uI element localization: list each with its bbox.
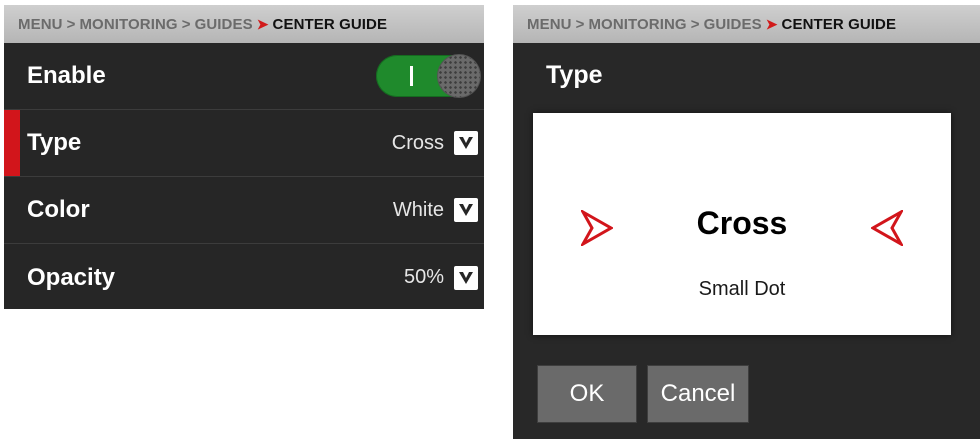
type-row[interactable]: Type Cross — [4, 110, 484, 177]
chevron-right-active-icon: ➤ — [256, 15, 269, 32]
toggle-on-icon — [410, 66, 413, 86]
enable-toggle[interactable] — [376, 55, 480, 97]
enable-row[interactable]: Enable — [4, 43, 484, 110]
chevron-down-icon — [459, 271, 473, 284]
color-row[interactable]: Color White — [4, 177, 484, 244]
type-dropdown-button[interactable] — [454, 131, 478, 155]
opacity-row[interactable]: Opacity 50% — [4, 244, 484, 311]
chevron-down-icon — [459, 204, 473, 216]
toggle-knob[interactable] — [438, 55, 480, 97]
breadcrumb-current: CENTER GUIDE — [272, 15, 388, 33]
breadcrumb-item-monitoring[interactable]: MONITORING — [79, 16, 177, 33]
opacity-label: Opacity — [27, 263, 116, 291]
chevron-down-icon — [459, 137, 473, 149]
breadcrumb-current: CENTER GUIDE — [781, 15, 897, 33]
breadcrumb: MENU > MONITORING > GUIDES ➤ CENTER GUID… — [4, 5, 484, 43]
breadcrumb-item-guides[interactable]: GUIDES — [704, 16, 762, 33]
picker-right-arrow-icon[interactable] — [871, 210, 903, 246]
chevron-right-active-icon: ➤ — [765, 15, 778, 32]
breadcrumb-item-monitoring[interactable]: MONITORING — [588, 16, 686, 33]
type-picker-panel: MENU > MONITORING > GUIDES ➤ CENTER GUID… — [513, 5, 980, 439]
dialog-title: Type — [546, 61, 603, 89]
opacity-value: 50% — [403, 266, 444, 288]
type-label: Type — [27, 129, 82, 156]
breadcrumb: MENU > MONITORING > GUIDES ➤ CENTER GUID… — [513, 5, 980, 43]
type-value: Cross — [391, 131, 444, 154]
cancel-button[interactable]: Cancel — [647, 365, 749, 423]
color-label: Color — [27, 196, 90, 223]
picker-next-option[interactable]: Small Dot — [533, 278, 951, 301]
chevron-right-icon: > — [66, 15, 76, 33]
chevron-right-icon: > — [690, 15, 700, 33]
type-picker[interactable]: Cross Small Dot — [533, 113, 951, 335]
breadcrumb-item-menu[interactable]: MENU — [18, 16, 63, 33]
center-guide-menu-panel: MENU > MONITORING > GUIDES ➤ CENTER GUID… — [4, 5, 484, 309]
opacity-dropdown-button[interactable] — [454, 265, 478, 290]
chevron-right-icon: > — [575, 15, 585, 33]
enable-label: Enable — [27, 62, 106, 89]
ok-button[interactable]: OK — [537, 365, 637, 423]
breadcrumb-item-menu[interactable]: MENU — [527, 16, 572, 33]
color-value: White — [392, 198, 444, 221]
color-dropdown-button[interactable] — [454, 198, 478, 222]
breadcrumb-item-guides[interactable]: GUIDES — [195, 16, 253, 33]
chevron-right-icon: > — [181, 15, 191, 33]
